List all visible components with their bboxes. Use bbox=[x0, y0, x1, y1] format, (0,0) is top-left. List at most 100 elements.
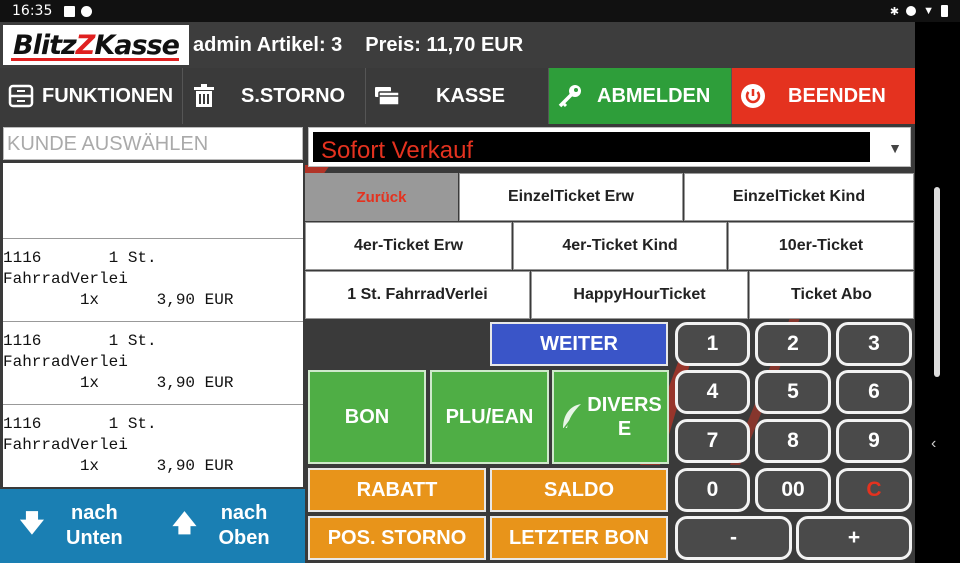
key-clear[interactable]: C bbox=[836, 468, 912, 512]
kasse-label: KASSE bbox=[436, 84, 505, 107]
item-line-3: 1x 3,90 EUR bbox=[3, 291, 234, 309]
letzter-bon-button[interactable]: LETZTER BON bbox=[490, 516, 668, 560]
storno-button[interactable]: S.STORNO bbox=[183, 68, 366, 124]
main-toolbar: FUNKTIONEN S.STORNO KASSE ABMELDEN BEEND… bbox=[0, 68, 915, 124]
alarm-icon bbox=[906, 6, 917, 16]
sale-mode-dropdown[interactable]: Sofort Verkauf ▼ bbox=[308, 127, 911, 167]
bon-button[interactable]: BON bbox=[308, 370, 426, 464]
4er-ticket-kind-button[interactable]: 4er-Ticket Kind bbox=[513, 222, 727, 270]
key-minus[interactable]: - bbox=[675, 516, 792, 560]
key-8[interactable]: 8 bbox=[755, 419, 831, 463]
abmelden-button[interactable]: ABMELDEN bbox=[549, 68, 732, 124]
happyhour-ticket-button[interactable]: HappyHourTicket bbox=[531, 271, 748, 319]
battery-icon bbox=[941, 5, 948, 17]
diverse-button[interactable]: DIVERS E bbox=[552, 370, 669, 464]
key-6[interactable]: 6 bbox=[836, 370, 912, 414]
einzelticket-erw-button[interactable]: EinzelTicket Erw bbox=[459, 173, 683, 221]
ticket-row-1: Zurück EinzelTicket Erw EinzelTicket Kin… bbox=[305, 173, 914, 221]
funktionen-button[interactable]: FUNKTIONEN bbox=[0, 68, 183, 124]
app-screen: 16:35 ✱ ▼ BlitzZKasse admin Artikel: 3 P… bbox=[0, 0, 960, 563]
key-4[interactable]: 4 bbox=[675, 370, 750, 414]
item-line-1: 1116 1 St. bbox=[3, 332, 157, 350]
item-line-1: 1116 1 St. bbox=[3, 415, 157, 433]
up-line-2: Oben bbox=[218, 527, 270, 549]
customer-select-field[interactable]: KUNDE AUSWÄHLEN bbox=[3, 127, 303, 160]
dropdown-arrow-icon: ▼ bbox=[888, 140, 902, 156]
key-5[interactable]: 5 bbox=[755, 370, 831, 414]
diverse-line-1: DIVERS bbox=[587, 394, 662, 416]
power-icon bbox=[741, 84, 765, 108]
storno-label: S.STORNO bbox=[241, 84, 346, 107]
arrow-down-icon: 🡇 bbox=[19, 509, 45, 537]
scroll-down-label: nach Unten bbox=[66, 501, 123, 551]
ticket-row-2: 4er-Ticket Erw 4er-Ticket Kind 10er-Tick… bbox=[305, 222, 914, 270]
ticket-abo-button[interactable]: Ticket Abo bbox=[749, 271, 914, 319]
beenden-label: BEENDEN bbox=[788, 84, 886, 107]
pos-storno-button[interactable]: POS. STORNO bbox=[308, 516, 486, 560]
total-price: Preis: 11,70 EUR bbox=[365, 33, 524, 56]
key-1[interactable]: 1 bbox=[675, 322, 750, 366]
chevron-left-icon[interactable]: ‹ bbox=[931, 435, 936, 453]
ticket-row-3: 1 St. FahrradVerlei HappyHourTicket Tick… bbox=[305, 271, 914, 319]
blitzkasse-logo: BlitzZKasse bbox=[3, 25, 189, 65]
user-article-count: admin Artikel: 3 bbox=[193, 33, 343, 56]
sale-mode-value: Sofort Verkauf bbox=[313, 132, 870, 162]
down-line-2: Unten bbox=[66, 527, 123, 549]
einzelticket-kind-button[interactable]: EinzelTicket Kind bbox=[684, 173, 914, 221]
beenden-button[interactable]: BEENDEN bbox=[732, 68, 915, 124]
diverse-label: DIVERS E bbox=[587, 393, 661, 441]
key-3[interactable]: 3 bbox=[836, 322, 912, 366]
image-icon bbox=[64, 5, 76, 17]
receipt-list[interactable]: 1116 1 St. FahrradVerlei 1x 3,90 EUR 111… bbox=[3, 163, 303, 487]
item-line-1: 1116 1 St. bbox=[3, 249, 157, 267]
scroll-down-button[interactable]: 🡇 nach Unten bbox=[0, 489, 153, 563]
key-7[interactable]: 7 bbox=[675, 419, 750, 463]
app-header: BlitzZKasse admin Artikel: 3 Preis: 11,7… bbox=[0, 22, 915, 68]
item-line-3: 1x 3,90 EUR bbox=[3, 374, 234, 392]
cash-register-icon bbox=[375, 87, 400, 106]
logo-text: BlitzZKasse bbox=[13, 29, 180, 61]
arrow-up-icon: 🡅 bbox=[172, 509, 197, 537]
list-item[interactable]: 1116 1 St. FahrradVerlei 1x 3,90 EUR bbox=[3, 405, 303, 488]
scroll-up-button[interactable]: 🡅 nach Oben bbox=[153, 489, 306, 563]
down-line-1: nach bbox=[70, 502, 118, 524]
list-item[interactable]: 1116 1 St. FahrradVerlei 1x 3,90 EUR bbox=[3, 322, 303, 405]
bluetooth-icon: ✱ bbox=[889, 5, 900, 18]
status-bar: 16:35 ✱ ▼ bbox=[0, 0, 960, 22]
diverse-line-2: E bbox=[617, 418, 632, 440]
up-line-1: nach bbox=[220, 502, 268, 524]
list-empty-row bbox=[3, 163, 303, 239]
back-button[interactable]: Zurück bbox=[305, 173, 458, 221]
wifi-icon: ▼ bbox=[923, 5, 934, 17]
list-icon bbox=[8, 84, 34, 108]
p-icon bbox=[81, 5, 93, 17]
saldo-button[interactable]: SALDO bbox=[490, 468, 668, 512]
scrollbar-thumb[interactable] bbox=[934, 187, 940, 377]
funktionen-label: FUNKTIONEN bbox=[42, 84, 174, 107]
feather-icon bbox=[562, 404, 582, 431]
item-line-3: 1x 3,90 EUR bbox=[3, 457, 234, 475]
list-item[interactable]: 1116 1 St. FahrradVerlei 1x 3,90 EUR bbox=[3, 239, 303, 322]
4er-ticket-erw-button[interactable]: 4er-Ticket Erw bbox=[305, 222, 512, 270]
trash-icon bbox=[194, 84, 214, 107]
item-line-2: FahrradVerlei bbox=[3, 436, 128, 454]
item-line-2: FahrradVerlei bbox=[3, 270, 128, 288]
key-00[interactable]: 00 bbox=[755, 468, 831, 512]
list-navigation: 🡇 nach Unten 🡅 nach Oben bbox=[0, 489, 305, 563]
rabatt-button[interactable]: RABATT bbox=[308, 468, 486, 512]
fahrradverlei-button[interactable]: 1 St. FahrradVerlei bbox=[305, 271, 530, 319]
item-line-2: FahrradVerlei bbox=[3, 353, 128, 371]
kasse-button[interactable]: KASSE bbox=[366, 68, 549, 124]
10er-ticket-button[interactable]: 10er-Ticket bbox=[728, 222, 914, 270]
key-9[interactable]: 9 bbox=[836, 419, 912, 463]
key-plus[interactable]: + bbox=[796, 516, 912, 560]
logo-underline bbox=[11, 58, 179, 61]
key-0[interactable]: 0 bbox=[675, 468, 750, 512]
abmelden-label: ABMELDEN bbox=[597, 84, 711, 107]
scroll-up-label: nach Oben bbox=[219, 501, 270, 551]
weiter-button[interactable]: WEITER bbox=[490, 322, 668, 366]
key-icon bbox=[558, 85, 581, 108]
key-2[interactable]: 2 bbox=[755, 322, 831, 366]
status-time: 16:35 bbox=[12, 3, 53, 19]
plu-ean-button[interactable]: PLU/EAN bbox=[430, 370, 549, 464]
